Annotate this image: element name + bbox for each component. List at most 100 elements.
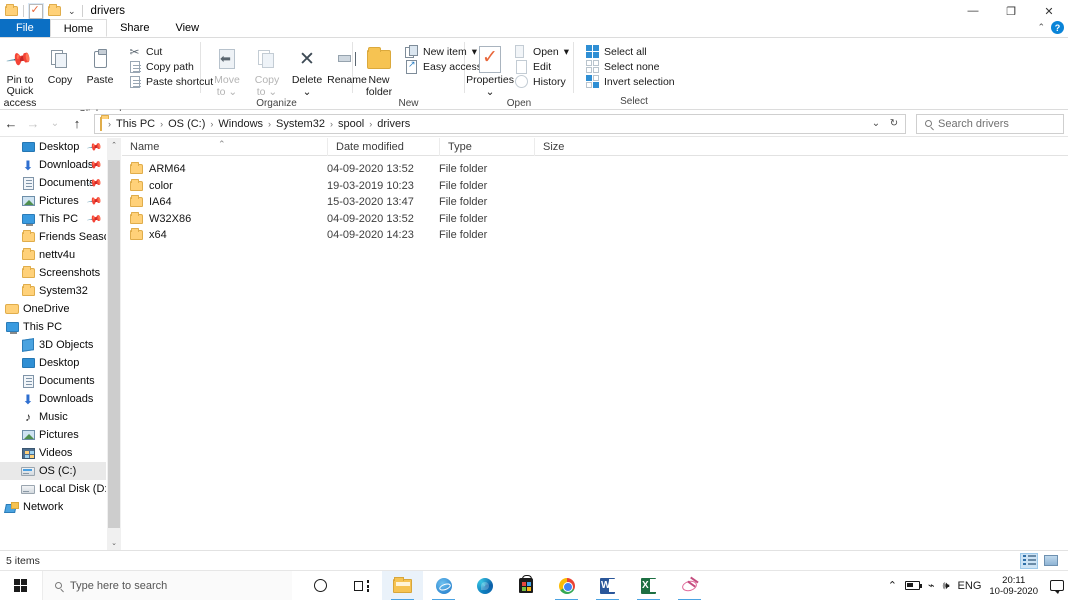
nav-item-onedrive[interactable]: OneDrive [0, 300, 106, 318]
volume-icon[interactable]: 🕪 [943, 580, 950, 592]
minimize-button[interactable]: — [954, 0, 992, 22]
help-icon[interactable]: ? [1051, 21, 1064, 34]
column-header-size[interactable]: Size [534, 138, 614, 156]
excel-button[interactable] [628, 571, 669, 600]
nav-item-downloads[interactable]: ⬇Downloads [0, 390, 106, 408]
nav-item-downloads[interactable]: ⬇Downloads📌 [0, 156, 106, 174]
table-row[interactable]: ARM6404-09-2020 13:52File folder [122, 161, 1068, 178]
tab-file[interactable]: File [0, 19, 50, 37]
column-header-name[interactable]: Name ⌃ [122, 138, 327, 156]
select-none-button[interactable]: Select none [582, 59, 679, 74]
navigation-pane[interactable]: Desktop📌⬇Downloads📌Documents📌Pictures📌Th… [0, 138, 106, 550]
chrome-beta-button[interactable] [546, 571, 587, 600]
nav-item-this-pc[interactable]: This PC📌 [0, 210, 106, 228]
snipping-tool-button[interactable] [669, 571, 710, 600]
delete-button[interactable]: ✕ Delete ⌄ [287, 42, 327, 98]
wifi-icon[interactable]: ⌁ [928, 580, 935, 592]
battery-icon[interactable] [905, 581, 920, 590]
column-header-date-modified[interactable]: Date modified [327, 138, 439, 156]
dropdown-caret[interactable]: ▾ [564, 46, 569, 58]
internet-explorer-button[interactable] [423, 571, 464, 600]
nav-item-local-disk-d[interactable]: Local Disk (D:) [0, 480, 106, 498]
copy-to-button[interactable]: Copy to ⌄ [247, 42, 287, 98]
table-row[interactable]: x6404-09-2020 14:23File folder [122, 227, 1068, 244]
breadcrumb-system32[interactable]: System32 [273, 118, 328, 130]
edit-button[interactable]: Edit [511, 59, 573, 74]
dropdown-caret[interactable]: ⌄ [303, 87, 312, 98]
microsoft-store-button[interactable] [505, 571, 546, 600]
nav-item-network[interactable]: Network [0, 498, 106, 516]
nav-item-music[interactable]: ♪Music [0, 408, 106, 426]
breadcrumb-spool[interactable]: spool [335, 118, 367, 130]
clock[interactable]: 20:11 10-09-2020 [989, 575, 1038, 597]
chevron-down-icon[interactable]: ⌄ [66, 6, 78, 17]
table-row[interactable]: IA6415-03-2020 13:47File folder [122, 194, 1068, 211]
maximize-button[interactable]: ❐ [992, 0, 1030, 22]
nav-item-this-pc[interactable]: This PC [0, 318, 106, 336]
scroll-down-icon[interactable]: ⌄ [107, 536, 121, 550]
notification-icon[interactable] [1050, 580, 1064, 591]
details-view-button[interactable] [1020, 553, 1038, 569]
collapse-ribbon-icon[interactable]: ⌃ [1037, 22, 1045, 33]
properties-icon[interactable] [28, 4, 43, 19]
close-button[interactable]: ✕ [1030, 0, 1068, 22]
nav-item-screenshots[interactable]: Screenshots [0, 264, 106, 282]
cortana-button[interactable] [300, 571, 341, 600]
open-button[interactable]: Open ▾ [511, 44, 573, 59]
breadcrumb[interactable]: › This PC › OS (C:) › Windows › System32… [94, 114, 906, 134]
language-indicator[interactable]: ENG [958, 580, 982, 592]
pin-icon[interactable]: 📌 [86, 193, 103, 209]
nav-item-desktop[interactable]: Desktop📌 [0, 138, 106, 156]
search-input[interactable]: Search drivers [916, 114, 1064, 134]
invert-selection-button[interactable]: Invert selection [582, 74, 679, 89]
nav-item-os-c[interactable]: OS (C:) [0, 462, 106, 480]
nav-item-documents[interactable]: Documents [0, 372, 106, 390]
breadcrumb-os-c[interactable]: OS (C:) [165, 118, 208, 130]
show-hidden-icons-button[interactable]: ⌃ [888, 579, 897, 592]
nav-scrollbar[interactable]: ⌃ ⌄ [107, 138, 121, 550]
new-folder-button[interactable]: New folder [359, 42, 399, 98]
microsoft-edge-button[interactable] [464, 571, 505, 600]
nav-item-friends-season-1[interactable]: Friends Season 1 [0, 228, 106, 246]
nav-item-pictures[interactable]: Pictures📌 [0, 192, 106, 210]
chevron-down-icon[interactable]: ⌄ [867, 114, 885, 134]
tab-view[interactable]: View [162, 19, 212, 37]
paste-button[interactable]: Paste [80, 42, 120, 86]
refresh-icon[interactable]: ↻ [885, 114, 903, 134]
forward-button[interactable]: → [22, 113, 44, 135]
pin-icon[interactable]: 📌 [86, 139, 103, 155]
back-button[interactable]: ← [0, 113, 22, 135]
nav-item-nettv4u[interactable]: nettv4u [0, 246, 106, 264]
recent-locations-button[interactable]: ⌄ [44, 113, 66, 135]
move-to-button[interactable]: ⬅ Move to ⌄ [207, 42, 247, 98]
new-folder-icon[interactable] [47, 4, 62, 19]
dropdown-caret[interactable]: ⌄ [486, 87, 495, 98]
nav-item-3d-objects[interactable]: 3D Objects [0, 336, 106, 354]
task-view-button[interactable] [341, 571, 382, 600]
history-button[interactable]: History [511, 74, 573, 89]
copy-button[interactable]: Copy [40, 42, 80, 86]
scrollbar-thumb[interactable] [108, 160, 120, 528]
up-button[interactable]: ↑ [66, 113, 88, 135]
word-button[interactable] [587, 571, 628, 600]
tab-share[interactable]: Share [107, 19, 162, 37]
pin-icon[interactable]: 📌 [86, 211, 103, 227]
breadcrumb-this-pc[interactable]: This PC [113, 118, 158, 130]
properties-button[interactable]: Properties ⌄ [469, 42, 511, 98]
taskbar-search-input[interactable]: Type here to search [42, 571, 292, 600]
select-all-button[interactable]: Select all [582, 44, 679, 59]
scroll-up-icon[interactable]: ⌃ [107, 138, 121, 152]
start-button[interactable] [0, 571, 42, 600]
column-header-type[interactable]: Type [439, 138, 534, 156]
nav-item-videos[interactable]: Videos [0, 444, 106, 462]
pin-to-quick-access-button[interactable]: 📌 Pin to Quick access [0, 42, 40, 109]
large-icons-view-button[interactable] [1042, 553, 1060, 569]
breadcrumb-drivers[interactable]: drivers [374, 118, 413, 130]
folder-icon[interactable] [4, 4, 19, 19]
nav-item-documents[interactable]: Documents📌 [0, 174, 106, 192]
nav-item-pictures[interactable]: Pictures [0, 426, 106, 444]
table-row[interactable]: W32X8604-09-2020 13:52File folder [122, 211, 1068, 228]
nav-item-desktop[interactable]: Desktop [0, 354, 106, 372]
file-explorer-button[interactable] [382, 571, 423, 600]
breadcrumb-windows[interactable]: Windows [215, 118, 266, 130]
